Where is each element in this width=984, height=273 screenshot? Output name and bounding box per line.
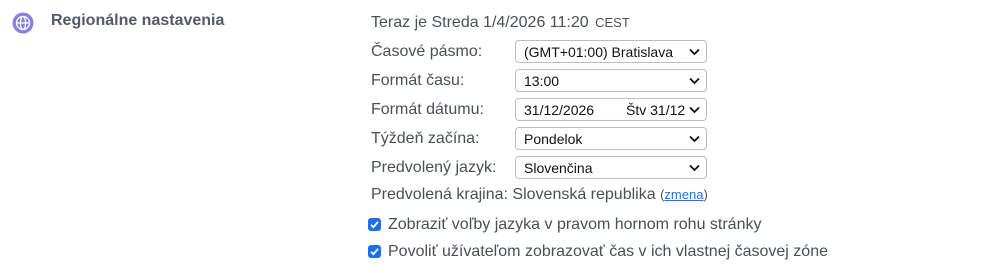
language-row: Predvolený jazyk: Slovenčina [371,156,716,180]
current-time-text: Teraz je Streda 1/4/2026 11:20 CEST [371,14,630,32]
date-format-example: Štv 31/12 [626,102,686,118]
time-format-select[interactable]: 13:00 [515,69,707,92]
change-link-wrap: (zmena) [660,187,708,202]
timezone-value: (GMT+01:00) Bratislava [524,44,673,60]
chevron-down-icon [689,164,700,172]
chevron-down-icon [689,48,700,56]
chevron-down-icon [689,77,700,85]
time-format-row: Formát času: 13:00 [371,69,716,93]
checkmark-icon [370,248,379,256]
timezone-abbr: CEST [595,15,630,30]
checkbox[interactable] [368,245,381,258]
date-format-row: Formát dátumu: 31/12/2026 Štv 31/12 [371,98,716,122]
timezone-label: Časové pásmo: [371,43,483,60]
time-format-value: 13:00 [524,73,560,89]
default-country-text: Predvolená krajina: Slovenská republika [371,186,656,203]
week-start-label: Týždeň začína: [371,130,480,147]
checkmark-icon [370,221,379,229]
chevron-down-icon [689,135,700,143]
current-time-prefix: Teraz je Streda 1/4/2026 11:20 [371,14,589,31]
change-country-link[interactable]: zmena [664,187,703,202]
week-start-select[interactable]: Pondelok [515,127,707,150]
date-format-label: Formát dátumu: [371,101,484,118]
section-title: Regionálne nastavenia [51,12,225,29]
date-format-select[interactable]: 31/12/2026 Štv 31/12 [515,98,707,121]
option-label: Povoliť užívateľom zobrazovať čas v ich … [388,243,828,260]
week-start-value: Pondelok [524,131,583,147]
globe-icon [12,12,34,34]
language-value: Slovenčina [524,160,593,176]
time-format-label: Formát času: [371,72,465,89]
default-country: Predvolená krajina: Slovenská republika … [371,186,708,204]
language-select[interactable]: Slovenčina [515,156,707,179]
checkbox[interactable] [368,218,381,231]
option-label: Zobraziť voľby jazyka v pravom hornom ro… [388,216,762,233]
week-start-row: Týždeň začína: Pondelok [371,127,716,151]
chevron-down-icon [689,106,700,114]
timezone-row: Časové pásmo: (GMT+01:00) Bratislava [371,40,716,64]
language-label: Predvolený jazyk: [371,159,497,176]
date-format-value: 31/12/2026 [524,102,595,118]
timezone-select[interactable]: (GMT+01:00) Bratislava [515,40,707,63]
